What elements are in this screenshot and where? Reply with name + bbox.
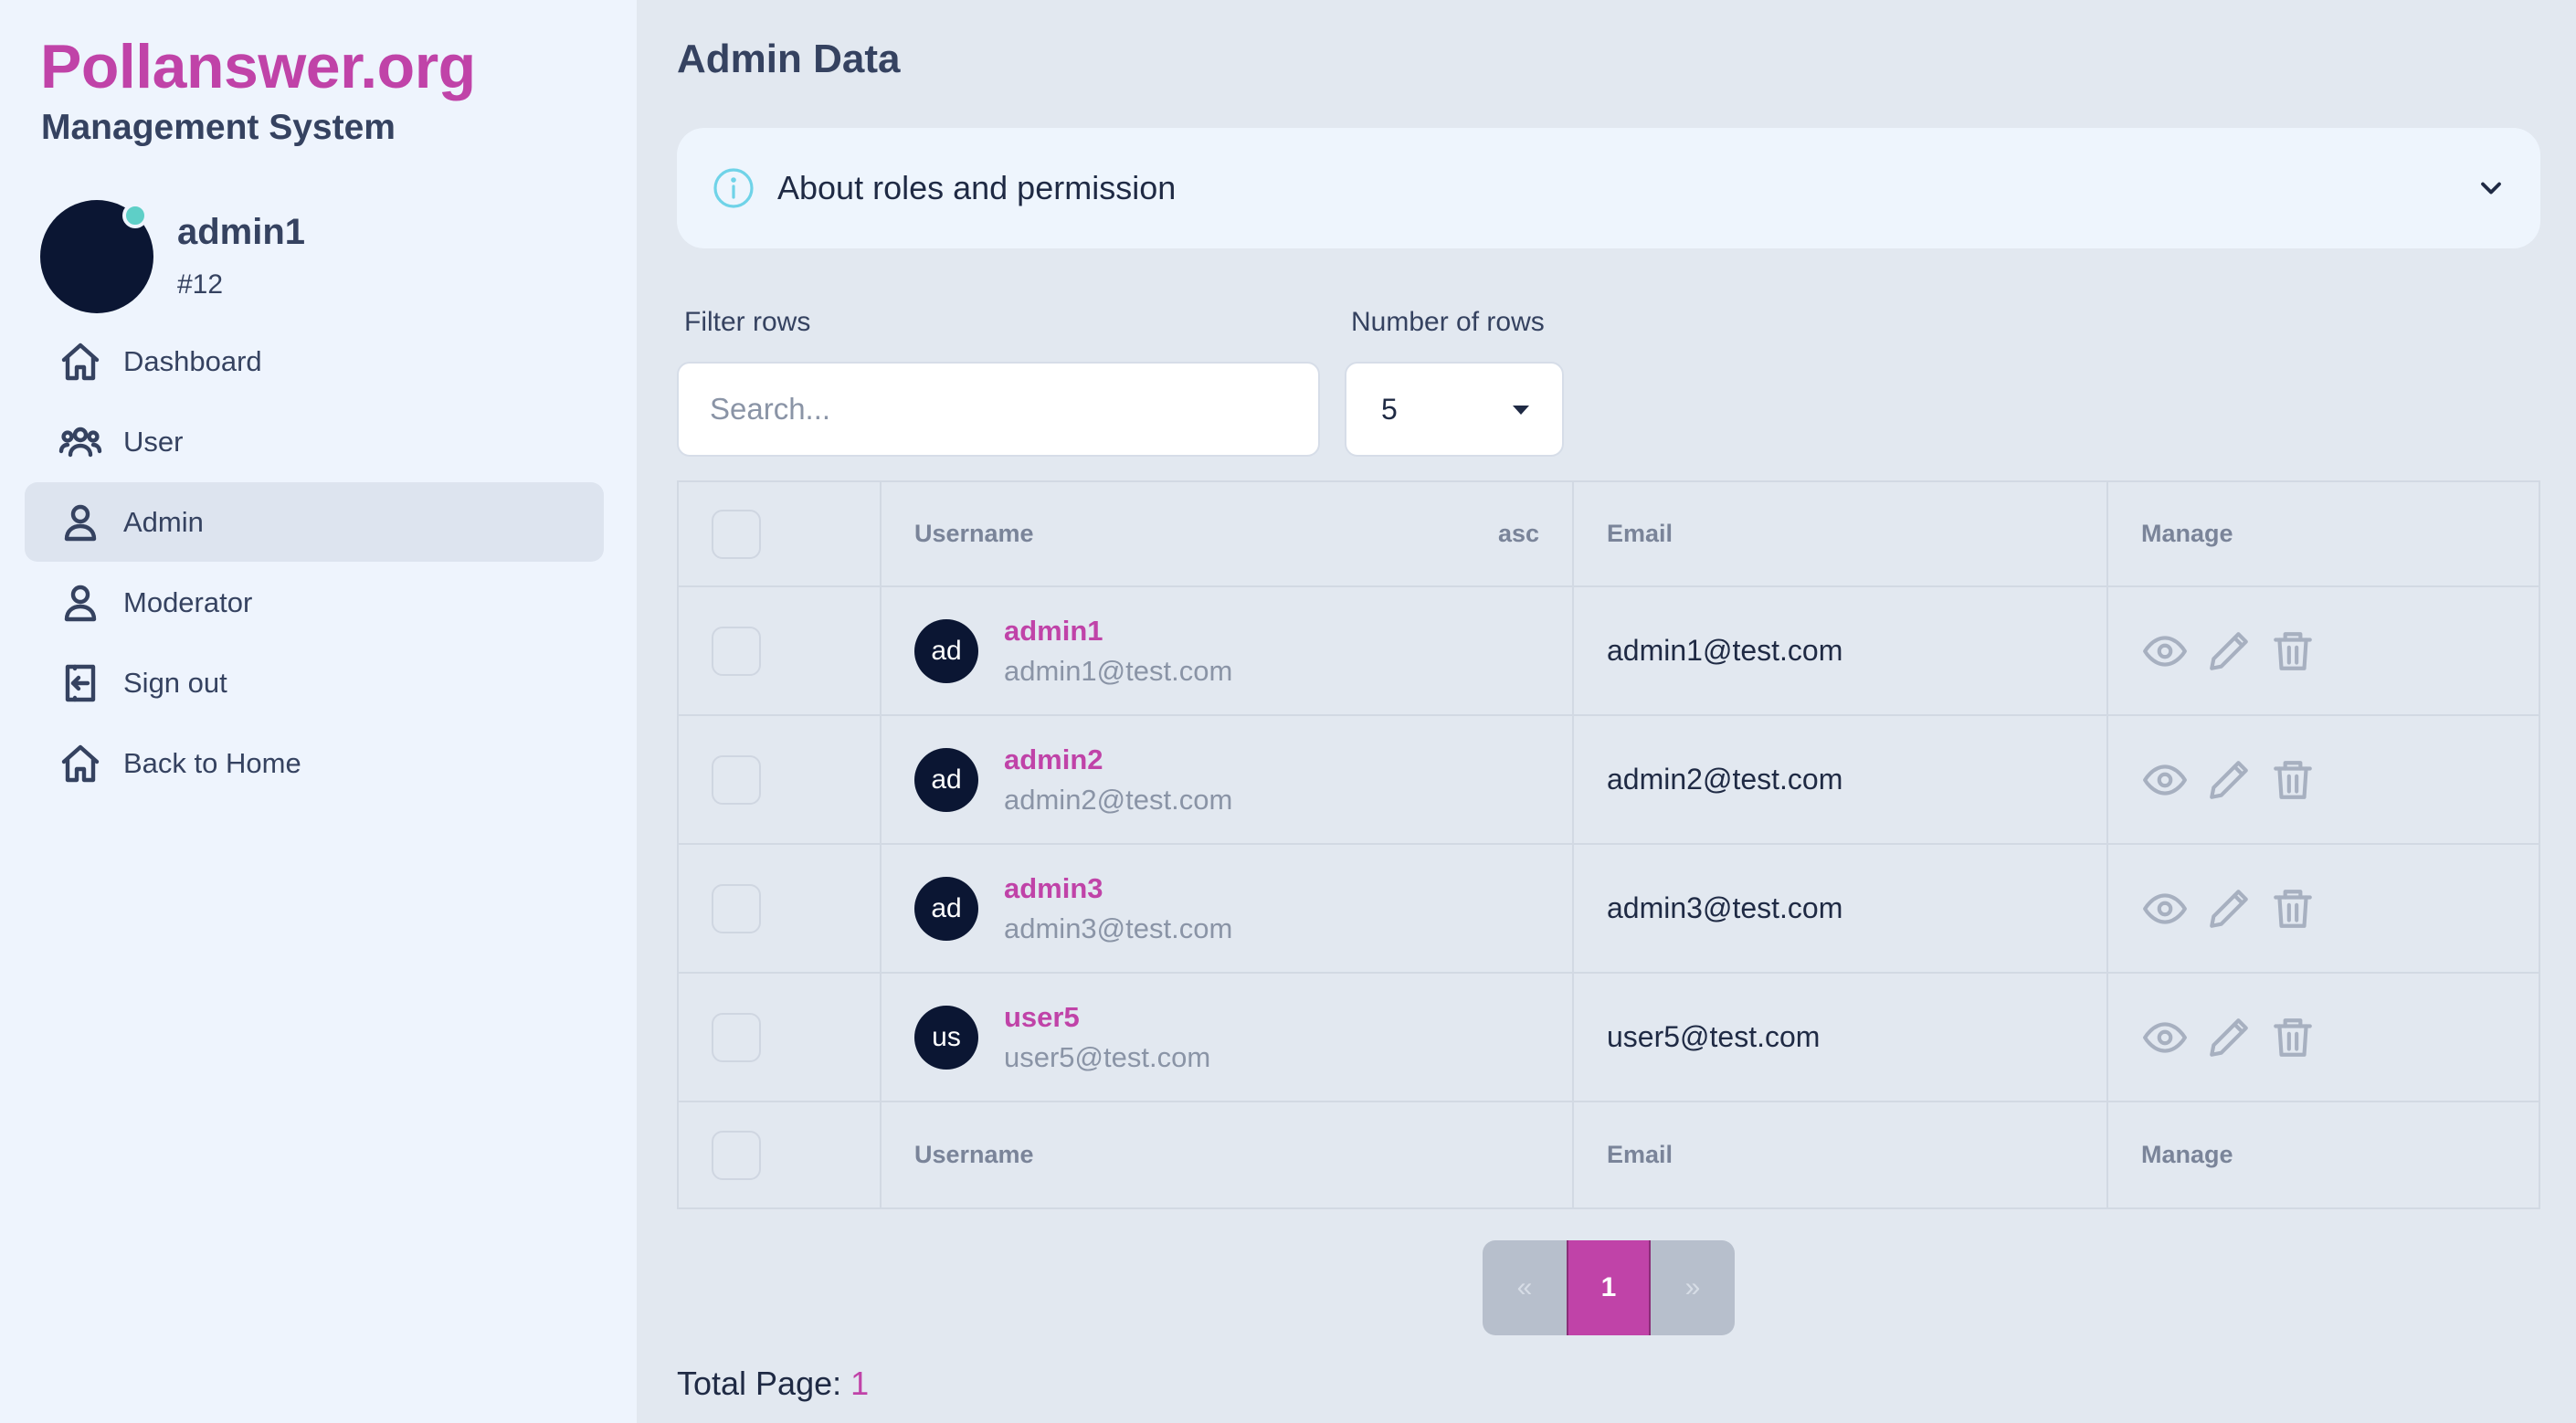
pencil-icon[interactable] bbox=[2205, 1014, 2253, 1061]
trash-icon[interactable] bbox=[2269, 1014, 2317, 1061]
sort-indicator[interactable]: asc bbox=[1498, 520, 1539, 548]
page-title: Admin Data bbox=[677, 37, 901, 81]
chevron-down-icon[interactable] bbox=[2475, 172, 2507, 205]
sidebar-item-user[interactable]: User bbox=[25, 402, 604, 481]
info-icon bbox=[713, 168, 754, 208]
username-header-label: Username bbox=[914, 520, 1034, 547]
home-icon bbox=[58, 339, 103, 385]
eye-icon[interactable] bbox=[2141, 756, 2189, 804]
sidebar-nav: Dashboard User Admin Moderator Sign out bbox=[25, 321, 604, 804]
username-link[interactable]: admin3 bbox=[1004, 869, 1232, 909]
email-footer-label: Email bbox=[1607, 1141, 1673, 1168]
profile-id: #12 bbox=[177, 269, 224, 300]
number-of-rows-label: Number of rows bbox=[1351, 307, 1545, 337]
avatar: ad bbox=[914, 618, 978, 683]
trash-icon[interactable] bbox=[2269, 627, 2317, 675]
user-icon bbox=[58, 580, 103, 626]
row-checkbox[interactable] bbox=[712, 626, 761, 676]
accordion-label: About roles and permission bbox=[777, 169, 1177, 206]
eye-icon[interactable] bbox=[2141, 627, 2189, 675]
table-header-row: Username asc Email Manage bbox=[679, 482, 2539, 587]
online-status-dot bbox=[122, 203, 148, 228]
rows-select-value: 5 bbox=[1381, 392, 1398, 426]
trash-icon[interactable] bbox=[2269, 756, 2317, 804]
sidebar-item-moderator[interactable]: Moderator bbox=[25, 563, 604, 642]
avatar: ad bbox=[914, 876, 978, 941]
sidebar-item-admin[interactable]: Admin bbox=[25, 482, 604, 562]
email-cell: admin3@test.com bbox=[1574, 845, 2108, 972]
search-input[interactable] bbox=[677, 362, 1320, 457]
sidebar-item-label: Back to Home bbox=[123, 746, 301, 779]
roles-permission-accordion[interactable]: About roles and permission bbox=[677, 128, 2540, 248]
username-link[interactable]: admin2 bbox=[1004, 740, 1232, 780]
sidebar-item-label: User bbox=[123, 425, 184, 458]
sidebar: Pollanswer.org Management System admin1 … bbox=[0, 0, 637, 1423]
sidebar-item-label: Moderator bbox=[123, 585, 253, 618]
username-sub-email: user5@test.com bbox=[1004, 1040, 1211, 1073]
avatar: ad bbox=[914, 747, 978, 812]
avatar: us bbox=[914, 1005, 978, 1070]
row-checkbox[interactable] bbox=[712, 754, 761, 805]
select-all-checkbox[interactable] bbox=[712, 509, 761, 559]
username-footer-label: Username bbox=[914, 1141, 1034, 1168]
pencil-icon[interactable] bbox=[2205, 627, 2253, 675]
filter-rows-label: Filter rows bbox=[684, 307, 811, 337]
pencil-icon[interactable] bbox=[2205, 885, 2253, 933]
select-all-checkbox-footer[interactable] bbox=[712, 1130, 761, 1180]
email-cell: user5@test.com bbox=[1574, 974, 2108, 1101]
prev-page-button[interactable]: « bbox=[1483, 1240, 1567, 1335]
email-cell: admin2@test.com bbox=[1574, 716, 2108, 843]
users-icon bbox=[58, 419, 103, 465]
pagination: « 1 » bbox=[1483, 1240, 1735, 1335]
username-sub-email: admin3@test.com bbox=[1004, 912, 1233, 944]
table-row: ad admin3 admin3@test.com admin3@test.co… bbox=[679, 845, 2539, 974]
email-cell: admin1@test.com bbox=[1574, 587, 2108, 714]
total-page-value: 1 bbox=[850, 1365, 870, 1402]
sidebar-item-label: Sign out bbox=[123, 666, 227, 699]
username-column-header[interactable]: Username asc bbox=[882, 482, 1574, 585]
row-checkbox[interactable] bbox=[712, 883, 761, 933]
main-content: Admin Data About roles and permission Fi… bbox=[637, 0, 2576, 1423]
table-row: us user5 user5@test.com user5@test.com bbox=[679, 974, 2539, 1102]
brand-title[interactable]: Pollanswer.org bbox=[40, 31, 476, 102]
caret-down-icon bbox=[1513, 406, 1529, 415]
admin-table: Username asc Email Manage ad admin1 admi… bbox=[677, 480, 2540, 1209]
sidebar-item-label: Dashboard bbox=[123, 344, 262, 377]
total-page-label: Total Page: bbox=[677, 1365, 842, 1402]
username-sub-email: admin2@test.com bbox=[1004, 783, 1233, 816]
rows-per-page-select[interactable]: 5 bbox=[1345, 362, 1564, 457]
trash-icon[interactable] bbox=[2269, 885, 2317, 933]
username-link[interactable]: admin1 bbox=[1004, 611, 1232, 651]
next-page-button[interactable]: » bbox=[1651, 1240, 1735, 1335]
email-column-header: Email bbox=[1607, 520, 1673, 547]
row-checkbox[interactable] bbox=[712, 1012, 761, 1062]
sidebar-item-label: Admin bbox=[123, 505, 204, 538]
manage-column-header: Manage bbox=[2141, 520, 2233, 547]
user-icon bbox=[58, 500, 103, 545]
sidebar-item-sign-out[interactable]: Sign out bbox=[25, 643, 604, 722]
page-button-current[interactable]: 1 bbox=[1567, 1240, 1651, 1335]
username-sub-email: admin1@test.com bbox=[1004, 654, 1233, 687]
sidebar-item-back-to-home[interactable]: Back to Home bbox=[25, 723, 604, 803]
brand-subtitle: Management System bbox=[41, 108, 396, 147]
table-footer-row: Username Email Manage bbox=[679, 1102, 2539, 1207]
manage-footer-label: Manage bbox=[2141, 1141, 2233, 1168]
eye-icon[interactable] bbox=[2141, 1014, 2189, 1061]
username-link[interactable]: user5 bbox=[1004, 997, 1210, 1038]
eye-icon[interactable] bbox=[2141, 885, 2189, 933]
sign-out-icon bbox=[58, 660, 103, 706]
pencil-icon[interactable] bbox=[2205, 756, 2253, 804]
total-page: Total Page: 1 bbox=[677, 1365, 869, 1403]
table-row: ad admin2 admin2@test.com admin2@test.co… bbox=[679, 716, 2539, 845]
home-icon bbox=[58, 741, 103, 786]
profile-name: admin1 bbox=[177, 212, 306, 252]
table-row: ad admin1 admin1@test.com admin1@test.co… bbox=[679, 587, 2539, 716]
sidebar-item-dashboard[interactable]: Dashboard bbox=[25, 321, 604, 401]
